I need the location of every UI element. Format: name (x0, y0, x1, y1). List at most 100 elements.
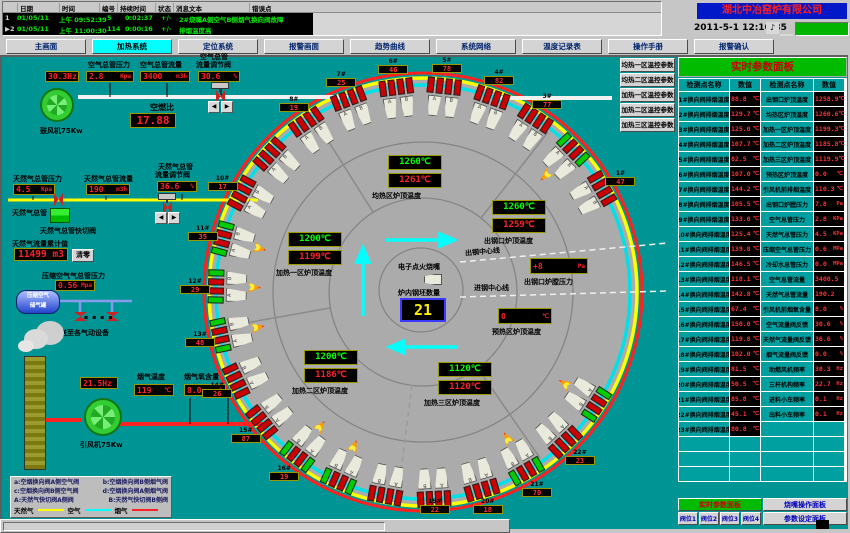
alarm-table-header: 日期时间编号持续时间状态消息文本错误点 (3, 2, 661, 13)
burner-valve-icon[interactable] (378, 80, 387, 97)
burner-valve-icon[interactable] (208, 296, 224, 303)
burner-nozzle-icon: B (443, 96, 459, 118)
station-id-label: 14# (202, 382, 232, 389)
gas-valve-buttons[interactable]: ◀▶ (155, 212, 180, 224)
burner-valve-icon[interactable] (454, 79, 463, 96)
zone-param-button-1[interactable]: 均热一区温控参数 (620, 58, 675, 72)
air-valve-display: 30.6% (198, 71, 240, 82)
panel-point-value: 50.5℃ (730, 377, 760, 391)
gas-quick-cut-valve-icon[interactable] (50, 208, 70, 223)
zone-param-button-2[interactable]: 均热二区温控参数 (620, 73, 675, 87)
heat3-zone-temp: 1120℃ (438, 380, 492, 395)
panel-point-name: 加热二区炉顶温度 (761, 137, 813, 151)
panel-point-name: 7#换向阀排烟温度 (679, 182, 729, 196)
burner-valve-icon[interactable] (436, 77, 445, 94)
menu-button-6[interactable]: 系统网络 (436, 39, 516, 54)
air-flow-display: 3400m3h (140, 71, 190, 82)
settings-panel-button[interactable]: 参数设定面板 (763, 512, 847, 525)
station-display-3#: 3#77 (532, 93, 562, 109)
station-id-label: 13# (185, 331, 215, 338)
burner-valve-icon[interactable] (215, 343, 232, 353)
air-flow-control-valve-icon[interactable] (206, 82, 234, 101)
burner-valve-icon[interactable] (427, 76, 436, 93)
panel-point-value: 107.0℃ (730, 167, 760, 181)
valve-position-button-4[interactable]: 阀位4 (741, 512, 761, 525)
panel-point-value (814, 467, 844, 481)
legend-box: a:空烟换向阀A侧空气阀b:空烟换向阀B侧烟气阀c:空烟换向阀B侧空气阀d:空烟… (10, 476, 172, 518)
menu-button-1[interactable]: 主画面 (6, 39, 86, 54)
menu-button-9[interactable]: 报警确认 (694, 39, 774, 54)
menu-button-5[interactable]: 趋势曲线 (350, 39, 430, 54)
realtime-panel-button[interactable]: 实时参数面板 (678, 498, 762, 511)
alarm-col-1: 时间 (59, 3, 75, 13)
zone-param-button-3[interactable]: 加热一区温控参数 (620, 88, 675, 102)
station-value: 19 (269, 472, 299, 481)
panel-point-name: 8#换向阀排烟温度 (679, 197, 729, 211)
panel-point-name: 14#换向阀排烟温度 (679, 287, 729, 301)
panel-point-value: 30.6% (814, 317, 844, 331)
menu-button-8[interactable]: 操作手册 (608, 39, 688, 54)
air-tank-icon: 压缩空气储气罐 (16, 290, 60, 314)
air-valve-close-icon[interactable]: ◀ (208, 101, 220, 113)
station-display-6#: 6#46 (378, 58, 408, 74)
burner-valve-icon[interactable] (208, 278, 224, 285)
alarm-sound-icon[interactable]: ♪ (766, 22, 779, 34)
burner-nozzle-icon: A (242, 199, 267, 221)
burner-station-12#[interactable]: AB (207, 264, 266, 310)
burner-valve-icon[interactable] (445, 78, 454, 95)
tap-zone-label: 出钢口炉顶温度 (484, 236, 533, 246)
burner-valve-icon[interactable] (394, 489, 404, 506)
alarm-table: 日期时间编号持续时间状态消息文本错误点 101/05/11上午 09:52:39… (2, 1, 662, 36)
burner-nozzle-icon: A (382, 97, 399, 120)
panel-point-value: 8.0% (814, 302, 844, 316)
burner-valve-icon[interactable] (387, 79, 396, 96)
alarm-row[interactable]: 101/05/11上午 09:52:3950:02:37+/-2#烧嘴A侧空气B… (3, 13, 313, 24)
gas-valve-close-icon[interactable]: ◀ (155, 212, 167, 224)
panel-point-value (814, 422, 844, 436)
air-valve-open-icon[interactable]: ▶ (221, 101, 233, 113)
clear-total-button[interactable]: 清零 (72, 249, 94, 262)
menu-button-2[interactable]: 加热系统 (92, 39, 172, 54)
station-value: 48 (185, 338, 215, 347)
burner-valve-icon[interactable] (208, 269, 224, 276)
station-id-label: 5# (432, 57, 462, 64)
menu-button-7[interactable]: 温度记录表 (522, 39, 602, 54)
valve-position-button-3[interactable]: 阀位3 (720, 512, 740, 525)
valve-position-button-2[interactable]: 阀位2 (699, 512, 719, 525)
burner-nozzle-icon: A (434, 467, 449, 489)
pneumatic-label: 送至各气动设备 (60, 328, 109, 338)
smoke-temp-display: 119℃ (134, 384, 174, 396)
station-display-15#: 15#87 (231, 427, 261, 443)
burner-valve-icon[interactable] (208, 287, 224, 294)
burner-valve-icon[interactable] (396, 78, 405, 95)
air-valve-buttons[interactable]: ◀▶ (208, 101, 233, 113)
panel-point-value: 107.7℃ (730, 137, 760, 151)
burner-valve-icon[interactable] (405, 77, 414, 94)
station-id-label: 6# (378, 58, 408, 65)
preheat-zone-label: 预热区炉顶温度 (492, 327, 541, 337)
gas-flow-display: 190m3h (86, 184, 130, 195)
zone-param-button-5[interactable]: 加热三区温控参数 (620, 118, 675, 132)
legend-item: a:空烟换向阀A侧空气阀 (14, 478, 79, 487)
panel-point-name (761, 437, 813, 451)
idfan-icon[interactable] (84, 398, 122, 436)
gas-flow-control-valve-icon[interactable] (153, 193, 181, 212)
burner-station-5#[interactable]: AB (418, 76, 468, 138)
blower-freq-display: 30.3Hz (45, 71, 79, 82)
alarm-row[interactable]: ▶201/05/11上午 11:00:301140:00:16+/-排烟温度高 (3, 24, 313, 35)
station-value: 82 (484, 76, 514, 85)
valve-position-button-1[interactable]: 阀位1 (678, 512, 698, 525)
smoke-o2-label: 烟气氧含量 (184, 372, 219, 382)
blower-fan-icon[interactable] (40, 88, 74, 122)
station-display-13#: 13#48 (185, 331, 215, 347)
panel-point-name: 助燃风机频率 (761, 362, 813, 376)
gas-valve-open-icon[interactable]: ▶ (168, 212, 180, 224)
panel-point-name: 5#换向阀排烟温度 (679, 152, 729, 166)
burner-nozzle-icon: B (399, 95, 416, 118)
burner-panel-button[interactable]: 烧嘴操作面板 (763, 498, 847, 511)
legend-item: A:天然气快切阀A侧阀 (14, 496, 74, 505)
menu-button-4[interactable]: 报警画面 (264, 39, 344, 54)
zone-param-button-4[interactable]: 加热二区温控参数 (620, 103, 675, 117)
panel-point-value: 80.8℃ (730, 422, 760, 436)
station-display-16#: 16#19 (269, 465, 299, 481)
